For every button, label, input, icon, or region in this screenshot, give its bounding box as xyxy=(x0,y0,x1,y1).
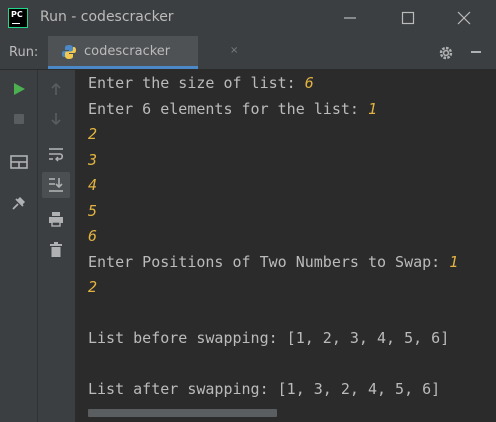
tab-close-icon[interactable]: × xyxy=(230,45,238,56)
console-line: Enter 6 elements for the list: 1 xyxy=(88,98,377,120)
scroll-to-end-button[interactable] xyxy=(42,172,70,198)
console-actions-toolbar xyxy=(37,70,76,422)
console-user-input: 2 xyxy=(88,125,98,143)
arrow-down-icon[interactable] xyxy=(48,111,64,127)
console-user-input: 5 xyxy=(88,201,98,220)
run-toolbar: Run: codescracker × xyxy=(0,36,496,70)
tab-codescracker[interactable]: codescracker × xyxy=(48,36,238,69)
tab-label: codescracker xyxy=(84,44,171,59)
console-user-input: 6 xyxy=(88,227,98,245)
console-user-input: 3 xyxy=(88,150,98,169)
console-line: 5 xyxy=(88,200,97,222)
console-line: 2 xyxy=(88,276,97,298)
console-line: 4 xyxy=(88,174,97,196)
console-line: 6 xyxy=(88,225,97,247)
close-window-button[interactable] xyxy=(440,0,488,36)
minimize-button[interactable] xyxy=(326,0,374,36)
console-line: Enter the size of list: 6 xyxy=(88,72,314,94)
console-user-input: 1 xyxy=(367,99,377,118)
arrow-up-icon[interactable] xyxy=(48,81,64,97)
console-output-text: List before swapping: [1, 2, 3, 4, 5, 6] xyxy=(88,329,450,347)
console-output-text: List after swapping: [1, 3, 2, 4, 5, 6] xyxy=(88,380,441,398)
close-icon xyxy=(457,11,471,25)
title-bar: PC Run - codescracker xyxy=(0,0,496,36)
soft-wrap-icon[interactable] xyxy=(47,146,65,164)
app-icon-text: PC xyxy=(11,10,23,19)
run-actions-toolbar xyxy=(0,70,37,422)
pycharm-logo-icon: PC xyxy=(8,8,28,28)
tab-active-indicator xyxy=(48,66,198,69)
hide-panel-icon[interactable] xyxy=(468,44,484,60)
maximize-button[interactable] xyxy=(384,0,432,36)
console-line: 3 xyxy=(88,149,97,171)
rerun-icon[interactable] xyxy=(11,81,27,97)
console-output[interactable]: Enter the size of list: 6 Enter 6 element… xyxy=(75,70,496,422)
console-user-input: 2 xyxy=(88,278,98,296)
console-line: List after swapping: [1, 3, 2, 4, 5, 6] xyxy=(88,378,440,400)
console-output-text: Enter 6 elements for the list: xyxy=(88,99,368,118)
console-user-input: 6 xyxy=(304,74,314,92)
minimize-icon xyxy=(344,17,356,19)
print-icon[interactable] xyxy=(47,210,65,228)
window-title: Run - codescracker xyxy=(40,9,174,25)
maximize-icon xyxy=(401,11,415,25)
gear-icon[interactable] xyxy=(437,44,455,62)
pin-icon[interactable] xyxy=(10,194,28,212)
console-output-text: Enter Positions of Two Numbers to Swap: xyxy=(88,252,450,271)
layout-icon[interactable] xyxy=(10,154,28,170)
console-user-input: 1 xyxy=(449,252,459,271)
console-user-input: 4 xyxy=(88,176,98,194)
console-line: Enter Positions of Two Numbers to Swap: … xyxy=(88,251,458,273)
console-line: 2 xyxy=(88,123,97,145)
scroll-to-end-icon xyxy=(49,178,63,192)
console-line: List before swapping: [1, 2, 3, 4, 5, 6] xyxy=(88,327,449,349)
trash-icon[interactable] xyxy=(48,241,64,259)
run-label: Run: xyxy=(9,45,39,60)
horizontal-scrollbar[interactable] xyxy=(88,409,277,417)
python-icon xyxy=(62,45,76,59)
stop-icon[interactable] xyxy=(11,111,27,127)
console-output-text: Enter the size of list: xyxy=(88,74,305,92)
